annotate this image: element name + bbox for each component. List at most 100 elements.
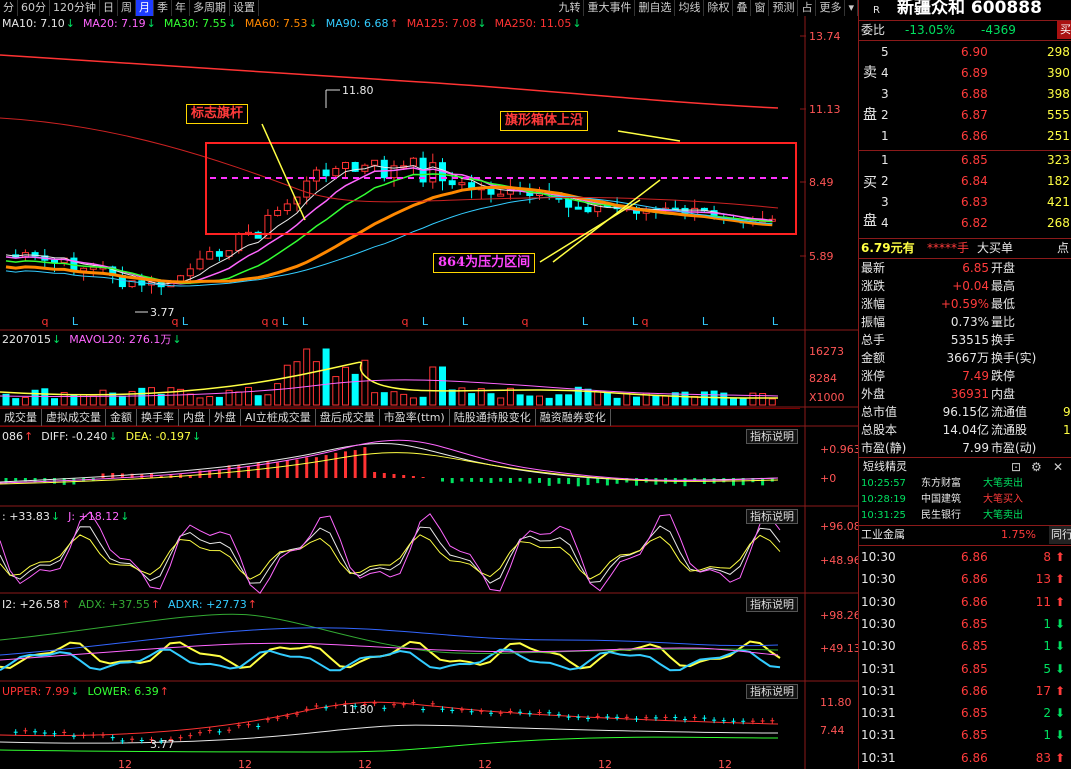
- volume-bar: [89, 395, 97, 406]
- signal-mark: L: [462, 315, 469, 328]
- order-price: 6.88: [961, 87, 988, 101]
- indicator-tab[interactable]: 金额: [106, 409, 137, 426]
- dmi-desc-button[interactable]: 指标说明: [746, 597, 798, 612]
- big-order-stars: *****手: [927, 241, 970, 255]
- legend-arrow: ↓: [70, 685, 80, 698]
- signal-mark: q: [42, 315, 49, 328]
- legend-item: J: +18.12↓: [68, 510, 133, 523]
- chart-canvas[interactable]: 13.74 11.13 8.49 5.89 16273 8284 X1000 +0.963 +0…: [0, 0, 858, 769]
- dmi-axis-label: +49.13: [820, 642, 858, 655]
- order-volume: 298: [1047, 45, 1070, 59]
- legend-item: DEA: -0.197↓: [126, 430, 206, 443]
- buy-button[interactable]: 买: [1057, 21, 1071, 39]
- signal-mark: q: [262, 315, 269, 328]
- quote-label-right: 流通股: [991, 423, 1028, 437]
- boll-desc-button[interactable]: 指标说明: [746, 684, 798, 699]
- sell-order-row: 2 6.87 555: [859, 106, 1071, 124]
- indicator-tab[interactable]: 换手率: [137, 409, 179, 426]
- tick-row: 10:30 6.86 8 ⬆: [859, 548, 1071, 566]
- legend-arrow: ↑: [61, 598, 71, 611]
- vol-axis-label: 8284: [809, 372, 837, 385]
- short-time: 10:31:25: [861, 510, 906, 521]
- tick-time: 10:30: [861, 616, 896, 631]
- kdj-desc-button[interactable]: 指标说明: [746, 509, 798, 524]
- quote-label: 涨幅: [861, 297, 886, 311]
- volume-bar: [603, 392, 611, 406]
- order-level: 4: [881, 216, 889, 230]
- expand-icon[interactable]: ⊡: [1011, 458, 1021, 476]
- big-order-row: 6.79元有 *****手 大买单 点: [859, 239, 1071, 257]
- signal-mark: q: [172, 315, 179, 328]
- ma125-line: [0, 117, 779, 209]
- macd-axis-label: +0: [820, 472, 836, 485]
- quote-value: 7.99: [962, 441, 989, 455]
- tick-time: 10:31: [861, 728, 896, 743]
- legend-item: ADXR: +27.73↑: [168, 598, 261, 611]
- legend-arrow: ↓: [227, 17, 237, 30]
- volume-bar: [157, 393, 165, 406]
- tick-price: 6.85: [961, 639, 988, 654]
- arrow-down-icon: ⬇: [1055, 728, 1066, 743]
- indicator-tab[interactable]: 市盈率(ttm): [380, 409, 450, 426]
- order-level: 4: [881, 66, 889, 80]
- order-price: 6.84: [961, 174, 988, 188]
- macd-desc-button[interactable]: 指标说明: [746, 429, 798, 444]
- dmi-axis-label: +98.26: [820, 609, 858, 622]
- buy-order-row: 2 6.84 182: [859, 172, 1071, 190]
- signal-mark: L: [772, 315, 779, 328]
- candle-body: [51, 259, 58, 264]
- tick-row: 10:31 6.85 5 ⬇: [859, 660, 1071, 678]
- indicator-tab[interactable]: 陆股通持股变化: [450, 409, 536, 426]
- kline-chart-area[interactable]: 分 60分 120分钟日周月季年多周期 设置 九转 重大事件 删自选 均线 除权叠窗预测占更多 ▾…: [0, 0, 858, 769]
- quote-value: 6.85: [962, 261, 989, 275]
- indicator-tab[interactable]: AI立桩成交量: [241, 409, 316, 426]
- indicator-tab[interactable]: 盘后成交量: [316, 409, 380, 426]
- candle-body: [409, 157, 417, 167]
- legend-item: UPPER: 7.99↓: [2, 685, 84, 698]
- volume-bar: [526, 395, 534, 406]
- legend-text: MA250: 11.05: [494, 17, 572, 30]
- order-level: 5: [881, 45, 889, 59]
- order-level: 3: [881, 195, 889, 209]
- tick-volume: 5: [1043, 661, 1051, 676]
- macd-bar: [314, 457, 318, 478]
- vol-axis-label: 16273: [809, 345, 844, 358]
- indicator-tab[interactable]: 内盘: [179, 409, 210, 426]
- arrow-up-icon: ⬆: [1055, 572, 1066, 587]
- legend-text: MA10: 7.10: [2, 17, 65, 30]
- order-price: 6.82: [961, 216, 988, 230]
- stock-code: 600888: [970, 0, 1042, 18]
- macd-bar: [441, 478, 444, 482]
- tick-price: 6.86: [961, 683, 988, 698]
- volume-bar: [283, 364, 291, 406]
- kdj-d-line: [0, 534, 781, 580]
- tick-time: 10:31: [861, 706, 896, 721]
- sector-row[interactable]: 工业金属 1.75% 同行: [859, 526, 1071, 544]
- tick-volume: 1: [1043, 616, 1051, 631]
- arrow-up-icon: ⬆: [1055, 594, 1066, 609]
- macd-bar: [305, 457, 309, 478]
- candle-body: [574, 206, 582, 210]
- indicator-tab[interactable]: 虚拟成交量: [42, 409, 106, 426]
- signal-mark: L: [282, 315, 289, 328]
- legend-item: DIFF: -0.240↓: [41, 430, 121, 443]
- legend-arrow: ↑: [150, 598, 161, 611]
- macd-bar: [411, 476, 415, 478]
- volume-bar: [390, 391, 398, 406]
- close-icon[interactable]: ✕: [1053, 458, 1063, 476]
- quote-row: 涨跌 +0.04 最高: [859, 277, 1071, 295]
- sector-tab[interactable]: 同行: [1049, 526, 1071, 544]
- macd-bar: [470, 478, 474, 482]
- indicator-tab[interactable]: 外盘: [210, 409, 241, 426]
- indicator-tab[interactable]: 融资融券变化: [536, 409, 611, 426]
- gear-icon[interactable]: ⚙: [1031, 458, 1042, 476]
- quote-label: 总市值: [861, 405, 898, 419]
- quote-row: 市盈(静) 7.99 市盈(动): [859, 439, 1071, 457]
- indicator-tab[interactable]: 成交量: [0, 409, 42, 426]
- annotation-pressure: 864为压力区间: [433, 253, 536, 273]
- volume-bar: [303, 348, 311, 406]
- stock-name: 新疆众和 600888: [897, 0, 1042, 17]
- quote-label: 市盈(静): [861, 441, 907, 455]
- order-level: 2: [881, 174, 889, 188]
- quote-row: 涨幅 +0.59% 最低: [859, 295, 1071, 313]
